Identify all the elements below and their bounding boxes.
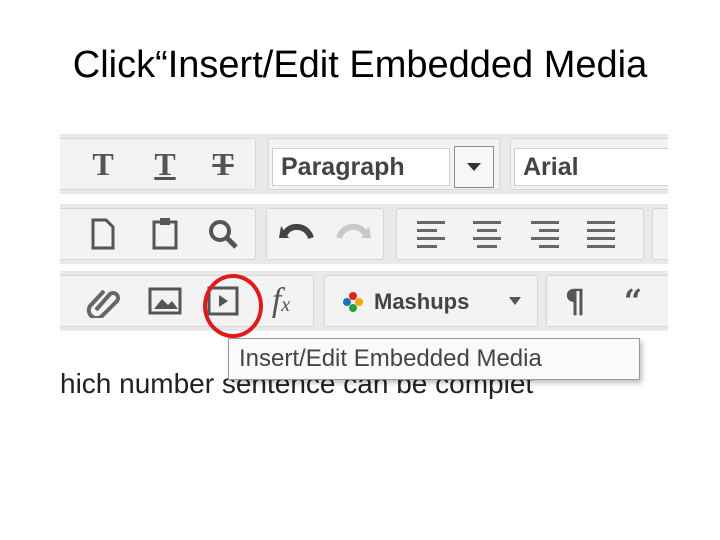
format-dropdown-arrow-icon[interactable] bbox=[454, 146, 494, 188]
paragraph-mark-icon[interactable]: ¶ bbox=[552, 279, 598, 323]
align-justify-icon[interactable] bbox=[578, 212, 624, 256]
toolbar-row-3: fx Mashups ¶ “ bbox=[60, 271, 668, 331]
strikethrough-style-icon[interactable]: T bbox=[80, 142, 126, 186]
underline-t-icon[interactable]: T bbox=[142, 142, 188, 186]
toolbar-row-1: T T T Paragraph Arial bbox=[60, 134, 668, 194]
align-left-icon[interactable] bbox=[408, 212, 454, 256]
align-right-icon[interactable] bbox=[522, 212, 568, 256]
font-select[interactable]: Arial bbox=[514, 148, 668, 186]
attachment-icon[interactable] bbox=[80, 279, 126, 323]
undo-icon[interactable] bbox=[274, 212, 320, 256]
blockquote-icon[interactable]: “ bbox=[610, 279, 656, 323]
overflow-group bbox=[652, 208, 668, 260]
align-center-icon[interactable] bbox=[464, 212, 510, 256]
format-select[interactable]: Paragraph bbox=[272, 148, 450, 186]
red-highlight-circle bbox=[203, 274, 263, 338]
mashups-icon bbox=[343, 292, 363, 312]
editor-screenshot: T T T Paragraph Arial fx Mashups ¶ “ hic… bbox=[60, 124, 668, 414]
media-tooltip: Insert/Edit Embedded Media bbox=[228, 338, 640, 380]
formula-icon[interactable]: fx bbox=[258, 279, 304, 323]
insert-image-icon[interactable] bbox=[142, 279, 188, 323]
find-icon[interactable] bbox=[200, 212, 246, 256]
mashups-dropdown-arrow-icon[interactable] bbox=[500, 279, 530, 323]
paste-icon[interactable] bbox=[142, 212, 188, 256]
mashups-label: Mashups bbox=[374, 289, 470, 314]
slide-title: Click“Insert/Edit Embedded Media bbox=[72, 44, 648, 86]
new-document-icon[interactable] bbox=[80, 212, 126, 256]
strikethrough-icon[interactable]: T bbox=[200, 142, 246, 186]
redo-icon bbox=[330, 212, 376, 256]
toolbar-row-2 bbox=[60, 204, 668, 264]
